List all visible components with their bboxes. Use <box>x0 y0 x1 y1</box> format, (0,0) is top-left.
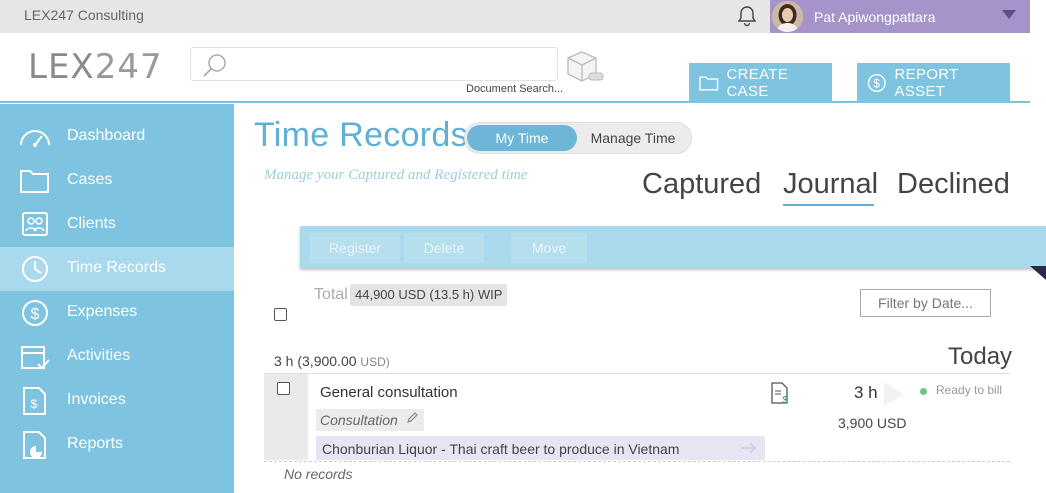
main-content: Time Records My Time Manage Time Manage … <box>234 104 1046 493</box>
report-icon <box>23 431 46 459</box>
folder-icon <box>699 76 719 91</box>
sidebar-item-clients[interactable]: Clients <box>0 203 234 247</box>
dollar-icon: $ <box>22 300 48 326</box>
sidebar-item-activities[interactable]: Activities <box>0 335 234 379</box>
entry-matter[interactable]: Chonburian Liquor - Thai craft beer to p… <box>316 436 765 460</box>
tab-declined[interactable]: Declined <box>897 168 1010 201</box>
document-search-icon[interactable] <box>562 50 606 84</box>
no-records-message: No records <box>284 466 353 482</box>
page-subtitle: Manage your Captured and Registered time <box>264 167 528 183</box>
status-dot <box>920 388 927 395</box>
group-summary: 3 h (3,900.00 USD) <box>274 353 390 369</box>
search-icon <box>203 54 226 77</box>
svg-text:$: $ <box>873 77 880 90</box>
status-badge: Ready to bill <box>936 383 1003 397</box>
time-entry-row[interactable]: General consultation Consultation Chonbu… <box>264 374 1010 460</box>
action-bar: Register Delete Move <box>300 226 1046 268</box>
divider <box>264 461 1010 462</box>
avatar <box>772 1 803 32</box>
sidebar-item-expenses[interactable]: $ Expenses <box>0 291 234 335</box>
clock-icon <box>22 256 48 282</box>
entry-selector <box>264 374 308 460</box>
logo: LEX247 <box>28 47 163 87</box>
my-time-option[interactable]: My Time <box>467 125 577 151</box>
tab-captured[interactable]: Captured <box>642 168 761 201</box>
sidebar-item-invoices[interactable]: $ Invoices <box>0 379 234 423</box>
svg-text:$: $ <box>31 397 38 411</box>
svg-text:$: $ <box>31 306 40 323</box>
header: LEX247 Document Search... CREATE CASE $ … <box>0 33 1030 103</box>
create-case-button[interactable]: CREATE CASE <box>689 63 832 103</box>
move-button[interactable]: Move <box>511 233 587 263</box>
entry-type-tag[interactable]: Consultation <box>316 409 424 431</box>
filter-by-date-button[interactable]: Filter by Date... <box>860 289 991 317</box>
page-title: Time Records <box>254 116 468 154</box>
time-scope-toggle[interactable]: My Time Manage Time <box>464 122 692 154</box>
user-name: Pat Apiwongpattara <box>814 9 936 25</box>
document-search-label: Document Search... <box>466 83 564 95</box>
entry-hours: 3 h <box>854 383 878 402</box>
sidebar: Dashboard Cases Clients Time Records $ E… <box>0 104 234 493</box>
play-icon[interactable] <box>884 382 904 406</box>
app-title: LEX247 Consulting <box>24 7 144 23</box>
chevron-down-icon[interactable] <box>1002 10 1016 19</box>
billing-document-icon[interactable]: $ <box>770 382 790 404</box>
bell-icon[interactable] <box>735 4 759 28</box>
manage-time-option[interactable]: Manage Time <box>577 125 689 151</box>
pencil-icon[interactable] <box>406 412 418 424</box>
tab-journal[interactable]: Journal <box>783 168 878 201</box>
total-label: Total <box>314 286 348 303</box>
arrow-right-icon[interactable] <box>741 441 757 455</box>
total-value: 44,900 USD (13.5 h) WIP <box>350 284 508 306</box>
search-input[interactable] <box>190 47 558 81</box>
user-menu[interactable]: Pat Apiwongpattara <box>770 0 1030 33</box>
entry-checkbox[interactable] <box>277 382 290 395</box>
entry-amount: 3,900 USD <box>838 415 907 431</box>
entry-title[interactable]: General consultation <box>320 384 458 401</box>
svg-text:$: $ <box>782 395 788 404</box>
sidebar-item-time-records[interactable]: Time Records <box>0 247 234 291</box>
sidebar-item-cases[interactable]: Cases <box>0 159 234 203</box>
action-bar-corner <box>1030 266 1046 280</box>
report-asset-button[interactable]: $ REPORT ASSET <box>857 63 1010 103</box>
top-bar: LEX247 Consulting Pat Apiwongpattara <box>0 0 1030 33</box>
gauge-icon <box>20 130 50 147</box>
dollar-icon: $ <box>867 74 886 92</box>
group-day-label: Today <box>948 343 1013 370</box>
folder-icon <box>20 170 49 193</box>
sidebar-item-dashboard[interactable]: Dashboard <box>0 115 234 159</box>
select-all-checkbox[interactable] <box>274 308 287 321</box>
sidebar-item-reports[interactable]: Reports <box>0 423 234 467</box>
calendar-check-icon <box>21 346 50 370</box>
active-tab-indicator <box>783 204 874 206</box>
delete-button[interactable]: Delete <box>404 233 484 263</box>
invoice-icon: $ <box>23 387 46 415</box>
contacts-icon <box>22 212 48 236</box>
register-button[interactable]: Register <box>310 233 400 263</box>
